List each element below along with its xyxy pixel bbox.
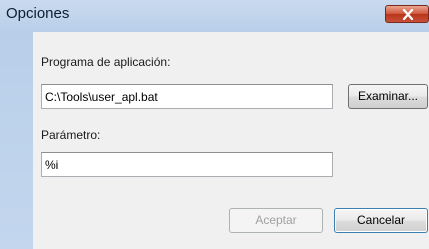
dialog-body: Programa de aplicación: C:\Tools\user_ap…	[33, 32, 429, 249]
parameter-input[interactable]: %i	[41, 152, 333, 177]
cancel-button[interactable]: Cancelar	[334, 208, 428, 233]
close-icon	[402, 9, 414, 20]
parameter-label: Parámetro:	[41, 128, 101, 142]
program-label: Programa de aplicación:	[41, 55, 171, 69]
window-title: Opciones	[6, 5, 70, 22]
options-dialog: Opciones Programa de aplicación: C:\Tool…	[0, 0, 429, 249]
title-bar[interactable]: Opciones	[0, 0, 429, 28]
accept-button[interactable]: Aceptar	[229, 208, 323, 233]
close-button[interactable]	[385, 5, 429, 23]
program-path-input[interactable]: C:\Tools\user_apl.bat	[41, 84, 333, 109]
browse-button[interactable]: Examinar...	[348, 84, 428, 109]
